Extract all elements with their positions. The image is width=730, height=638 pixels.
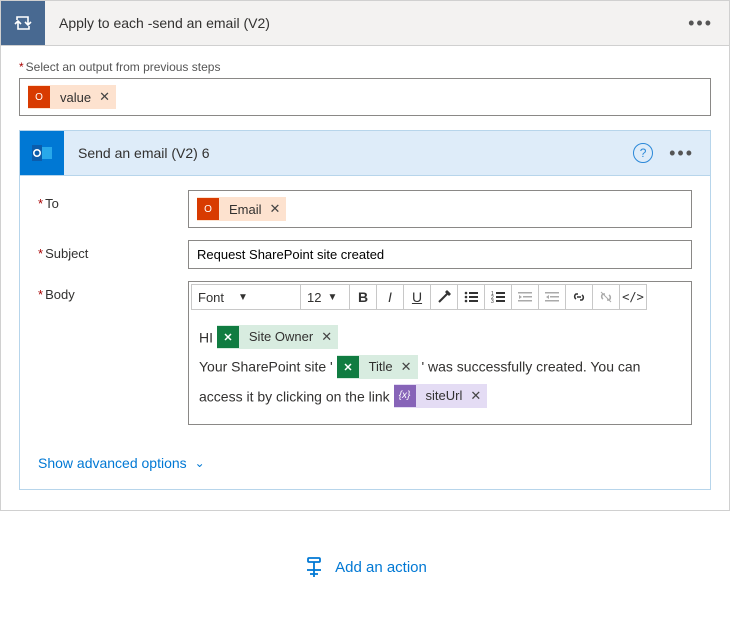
remove-token-icon[interactable]: ✕ bbox=[321, 324, 332, 350]
apply-to-each-body: *Select an output from previous steps O … bbox=[1, 46, 729, 510]
office-icon: O bbox=[197, 198, 219, 220]
add-action-icon bbox=[303, 557, 325, 579]
apply-to-each-title: Apply to each -send an email (V2) bbox=[45, 15, 672, 31]
body-content[interactable]: HI Site Owner ✕ Your SharePoint site ' bbox=[189, 312, 691, 424]
body-editor: Font▼ 12▼ B I U bbox=[188, 281, 692, 425]
excel-icon bbox=[217, 326, 239, 348]
excel-icon bbox=[337, 356, 359, 378]
loop-icon bbox=[1, 1, 45, 45]
send-email-card: Send an email (V2) 6 ? ••• *To O Email ✕ bbox=[19, 130, 711, 490]
outdent-button[interactable] bbox=[511, 284, 539, 310]
outlook-icon bbox=[20, 131, 64, 175]
code-view-button[interactable]: </> bbox=[619, 284, 647, 310]
body-label: *Body bbox=[38, 281, 188, 302]
output-field-label: *Select an output from previous steps bbox=[19, 60, 711, 74]
unlink-button[interactable] bbox=[592, 284, 620, 310]
to-label: *To bbox=[38, 190, 188, 211]
value-token[interactable]: O value ✕ bbox=[28, 85, 116, 109]
subject-label: *Subject bbox=[38, 240, 188, 261]
email-token[interactable]: O Email ✕ bbox=[197, 197, 286, 221]
variable-icon: {x} bbox=[394, 385, 416, 407]
size-select[interactable]: 12▼ bbox=[300, 284, 350, 310]
italic-button[interactable]: I bbox=[376, 284, 404, 310]
underline-button[interactable]: U bbox=[403, 284, 431, 310]
send-email-body: *To O Email ✕ *Subject bbox=[20, 176, 710, 489]
apply-to-each-header[interactable]: Apply to each -send an email (V2) ••• bbox=[1, 1, 729, 46]
site-owner-token[interactable]: Site Owner ✕ bbox=[217, 325, 338, 349]
add-action-container: Add an action bbox=[0, 511, 730, 599]
numbered-list-button[interactable]: 123 bbox=[484, 284, 512, 310]
show-advanced-options[interactable]: Show advanced options⌄ bbox=[38, 455, 205, 471]
remove-token-icon[interactable]: ✕ bbox=[270, 201, 281, 217]
rte-toolbar: Font▼ 12▼ B I U bbox=[189, 282, 691, 312]
output-field[interactable]: O value ✕ bbox=[19, 78, 711, 116]
chevron-down-icon: ⌄ bbox=[195, 456, 205, 470]
send-email-title: Send an email (V2) 6 bbox=[64, 145, 623, 161]
add-action-button[interactable]: Add an action bbox=[303, 557, 427, 579]
apply-to-each-menu[interactable]: ••• bbox=[682, 10, 719, 36]
indent-button[interactable] bbox=[538, 284, 566, 310]
send-email-menu[interactable]: ••• bbox=[663, 140, 700, 166]
remove-token-icon[interactable]: ✕ bbox=[99, 89, 110, 105]
subject-input[interactable] bbox=[188, 240, 692, 269]
svg-text:3: 3 bbox=[491, 299, 494, 304]
font-select[interactable]: Font▼ bbox=[191, 284, 301, 310]
send-email-header[interactable]: Send an email (V2) 6 ? ••• bbox=[20, 131, 710, 176]
siteurl-token[interactable]: {x} siteUrl ✕ bbox=[394, 384, 488, 408]
help-button[interactable]: ? bbox=[633, 143, 653, 163]
to-field[interactable]: O Email ✕ bbox=[188, 190, 692, 228]
title-token[interactable]: Title ✕ bbox=[337, 355, 418, 379]
bulleted-list-button[interactable] bbox=[457, 284, 485, 310]
remove-token-icon[interactable]: ✕ bbox=[470, 383, 481, 409]
color-button[interactable] bbox=[430, 284, 458, 310]
bold-button[interactable]: B bbox=[349, 284, 377, 310]
office-icon: O bbox=[28, 86, 50, 108]
apply-to-each-card: Apply to each -send an email (V2) ••• *S… bbox=[0, 0, 730, 511]
remove-token-icon[interactable]: ✕ bbox=[401, 354, 412, 380]
link-button[interactable] bbox=[565, 284, 593, 310]
